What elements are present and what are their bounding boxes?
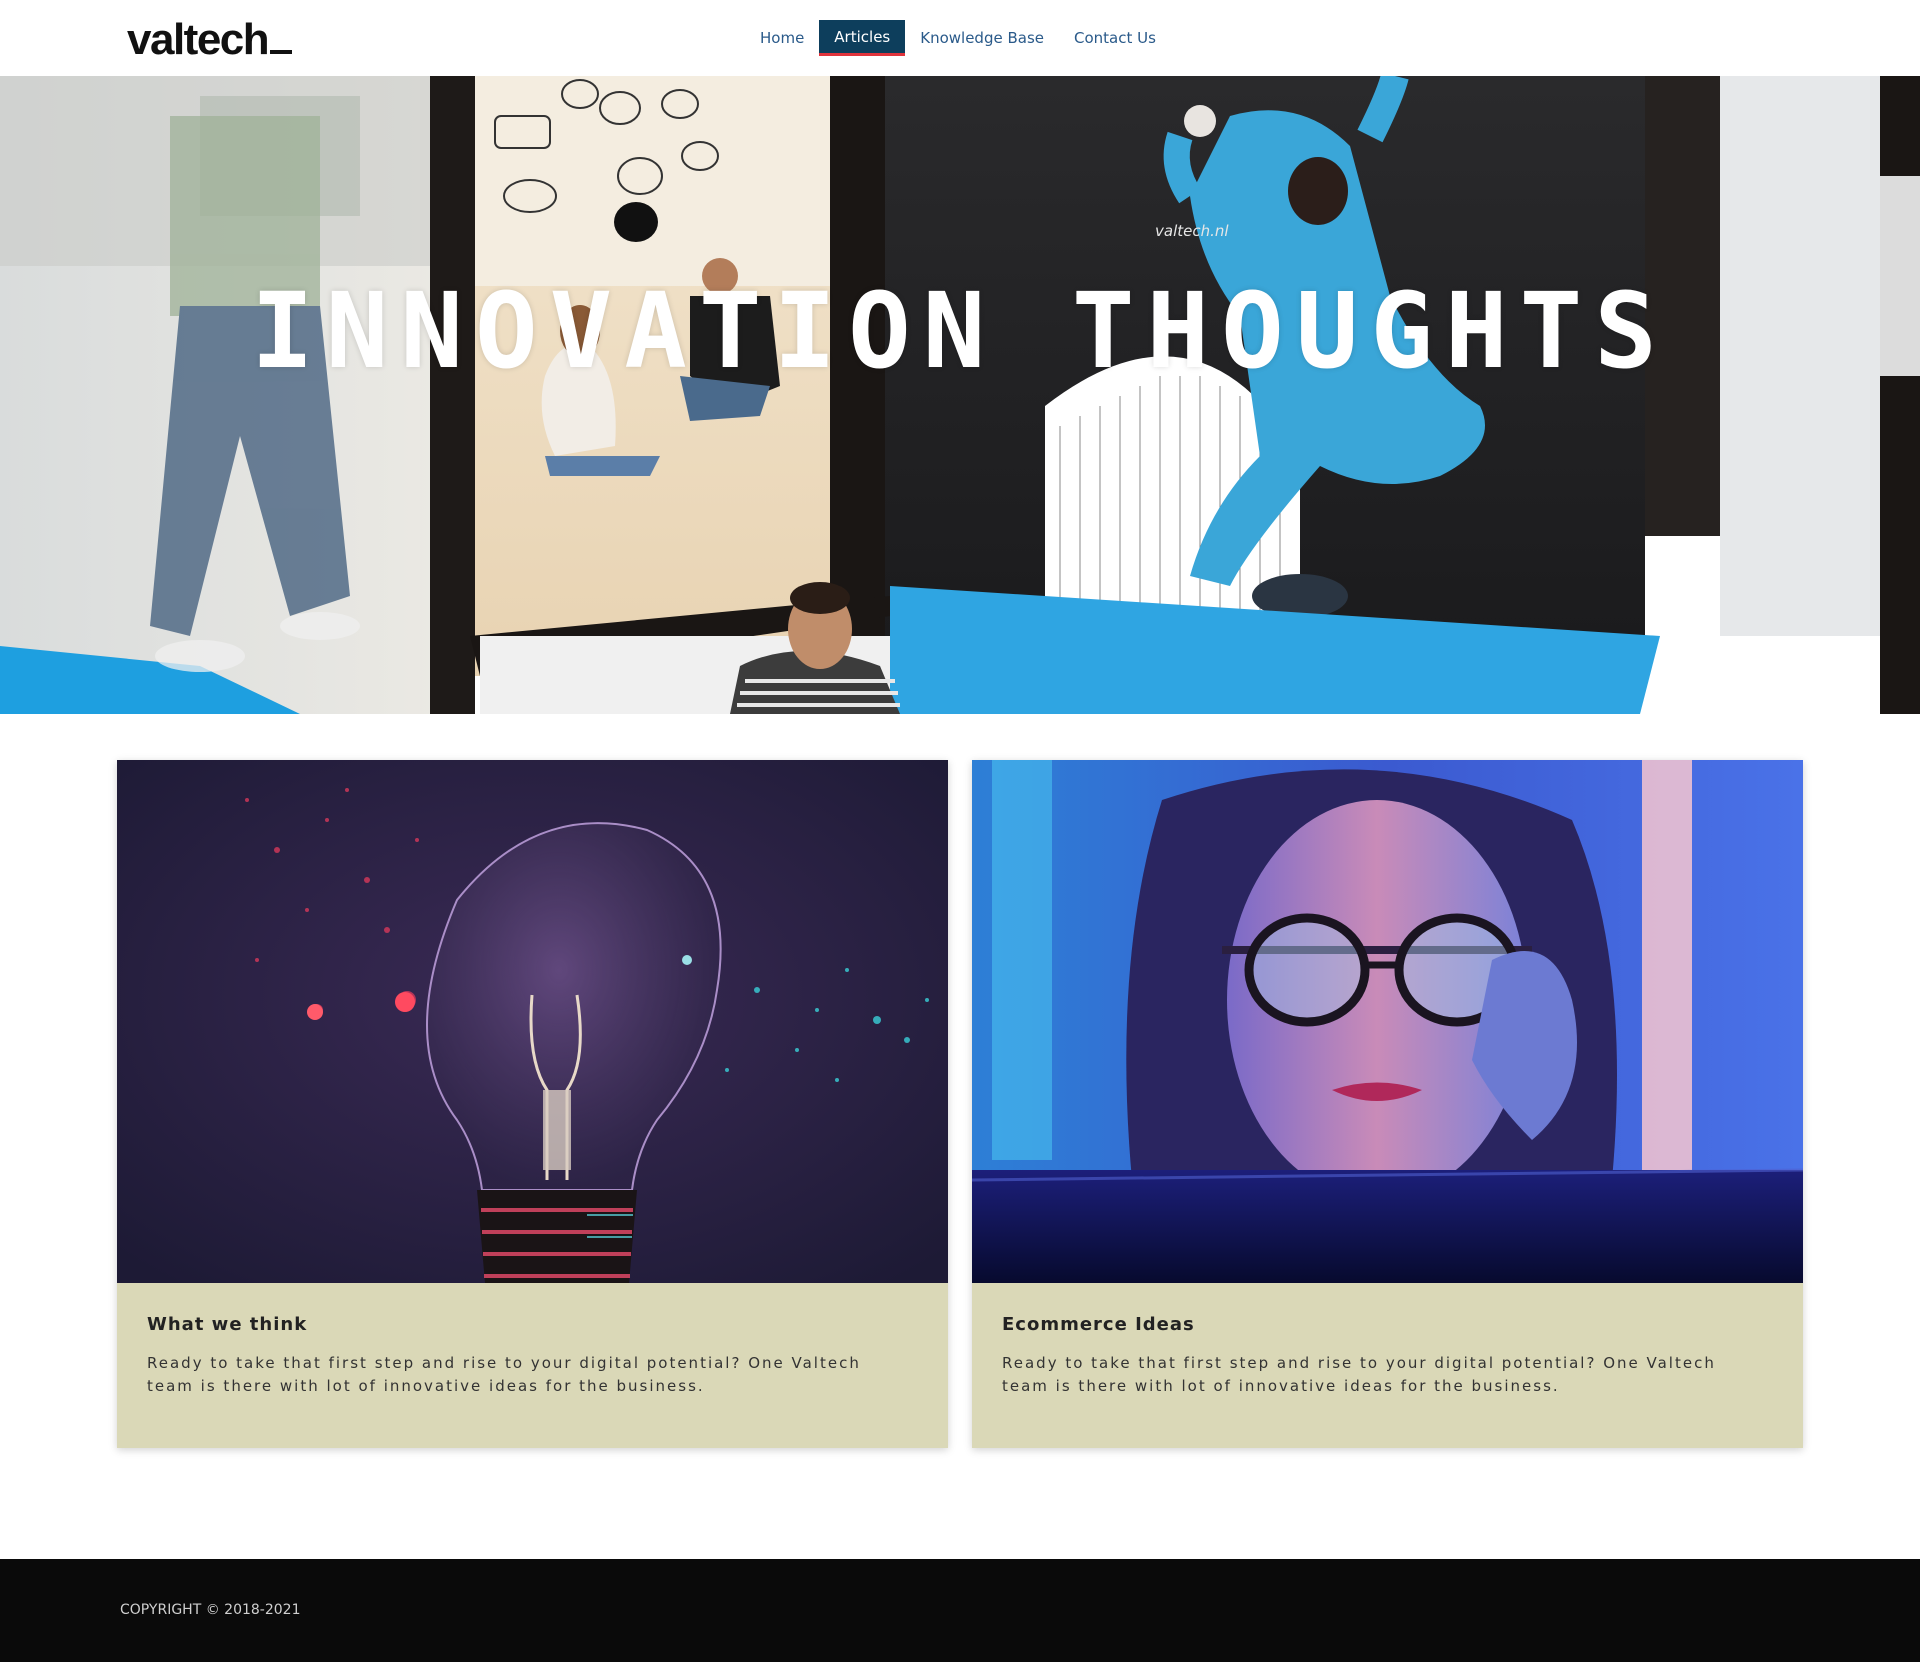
exploding-lightbulb-image	[117, 760, 948, 1283]
article-card-ecommerce-ideas[interactable]: Ecommerce Ideas Ready to take that first…	[972, 760, 1803, 1448]
site-footer: COPYRIGHT © 2018-2021	[0, 1559, 1920, 1662]
site-header: valtech Home Articles Knowledge Base Con…	[0, 0, 1920, 76]
nav-home[interactable]: Home	[745, 20, 819, 56]
nav-knowledge-base[interactable]: Knowledge Base	[905, 20, 1059, 56]
main-nav: Home Articles Knowledge Base Contact Us	[745, 20, 1171, 56]
nav-contact-us[interactable]: Contact Us	[1059, 20, 1171, 56]
woman-neon-glasses-image	[972, 760, 1803, 1283]
card-description: Ready to take that first step and rise t…	[147, 1354, 861, 1395]
card-title[interactable]: What we think	[147, 1314, 307, 1335]
hero-title: INNOVATION THOUGHTS	[251, 270, 1669, 392]
card-description: Ready to take that first step and rise t…	[1002, 1354, 1716, 1395]
poster-text: valtech.nl	[1155, 222, 1229, 240]
card-title[interactable]: Ecommerce Ideas	[1002, 1314, 1195, 1335]
hero-banner: valtech.nl INNOVATION THOUGHTS	[0, 76, 1920, 714]
nav-articles[interactable]: Articles	[819, 20, 906, 56]
copyright-text: COPYRIGHT © 2018-2021	[120, 1602, 301, 1618]
article-card-what-we-think[interactable]: What we think Ready to take that first s…	[117, 760, 948, 1448]
valtech-logo[interactable]: valtech	[127, 14, 293, 66]
